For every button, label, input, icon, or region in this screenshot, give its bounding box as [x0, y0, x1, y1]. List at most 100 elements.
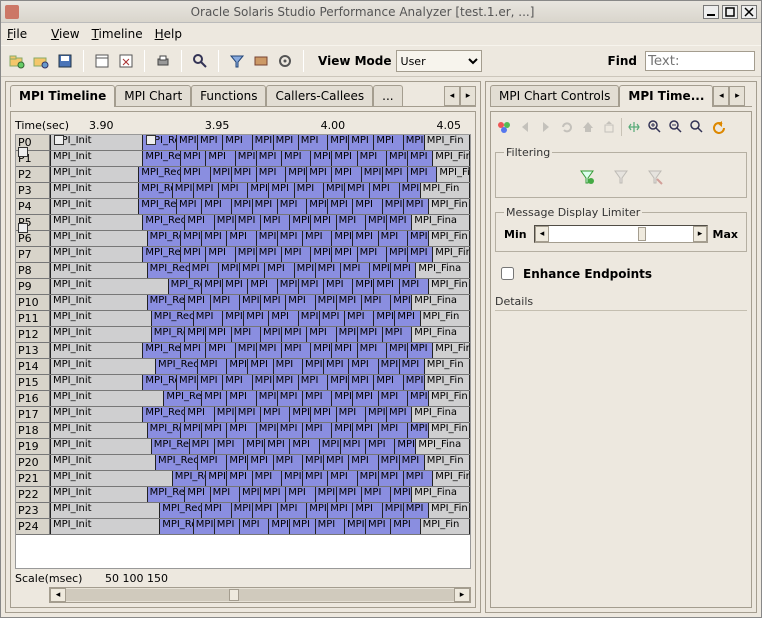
process-track[interactable]: MPI_InitMPI_ReMPIMPIMPIMPIMPIMPIMPIMPIMP… [50, 151, 470, 166]
menu-view[interactable]: View [51, 27, 79, 41]
slider-thumb[interactable] [638, 227, 646, 241]
tab-overflow[interactable]: ... [373, 85, 402, 106]
segment-mpi[interactable]: MPI [260, 327, 281, 342]
segment-mpi[interactable]: MPI [273, 375, 298, 390]
segment-mpi[interactable]: MPI [302, 391, 331, 406]
process-track[interactable]: MPI_InitMPI_ReMPIMPIMPIMPIMPIMPIMPIMPIMP… [50, 247, 470, 262]
segment-mpi[interactable]: MPI [205, 343, 234, 358]
process-track[interactable]: MPI_InitMPI_RecvMPIMPIMPIMPIMPIMPIMPIMPI… [50, 407, 470, 422]
view-mode-select[interactable]: User [396, 50, 482, 72]
segment-mpi[interactable]: MPI [390, 263, 415, 278]
segment-mpi[interactable]: MPI [340, 263, 369, 278]
process-track[interactable]: MPI_InitMPI_ReMPIMPIMPIMPIMPIMPIMPIMPIMP… [50, 423, 470, 438]
segment-mpi[interactable]: MPI [277, 391, 302, 406]
segment-mpi[interactable]: MPI [378, 471, 403, 486]
refresh-icon[interactable] [558, 118, 576, 136]
segment-final[interactable]: MPI_Fin [424, 455, 470, 470]
segment-recv[interactable]: MPI_Recv [159, 503, 201, 518]
segment-mpi[interactable]: MPI [285, 487, 314, 502]
segment-mpi[interactable]: MPI [197, 455, 226, 470]
segment-mpi[interactable]: MPI [281, 471, 302, 486]
slider-right-button[interactable]: ▸ [693, 226, 707, 242]
segment-mpi[interactable]: MPI [319, 439, 340, 454]
segment-final[interactable]: MPI_Fin [424, 375, 470, 390]
segment-mpi[interactable]: MPI [226, 359, 247, 374]
segment-mpi[interactable]: MPI [306, 327, 335, 342]
segment-mpi[interactable]: MPI [327, 375, 348, 390]
segment-final[interactable]: MPI_Fin [428, 279, 470, 294]
segment-mpi[interactable]: MPI [352, 423, 377, 438]
segment-mpi[interactable]: MPI [205, 151, 234, 166]
tab-scroll-right[interactable]: ▸ [460, 86, 476, 106]
tab-scroll-left[interactable]: ◂ [713, 86, 729, 106]
slider-left-button[interactable]: ◂ [535, 226, 549, 242]
segment-mpi[interactable]: MPI [386, 247, 407, 262]
segment-mpi[interactable]: MPI [231, 199, 252, 214]
segment-mpi[interactable]: MPI [289, 439, 318, 454]
segment-final[interactable]: MPI_Fin [432, 471, 470, 486]
process-track[interactable]: MPI_InitMPI_ReMPIMPIMPIMPIMPIMPIMPIMPIMP… [50, 327, 470, 342]
filter-add-icon[interactable] [579, 169, 595, 185]
segment-mpi[interactable]: MPI [231, 167, 256, 182]
segment-mpi[interactable]: MPI [281, 343, 310, 358]
process-track[interactable]: MPI_InitMPI_RecvMPIMPIMPIMPIMPIMPIMPIMPI… [50, 215, 470, 230]
segment-mpi[interactable]: MPI [256, 247, 281, 262]
segment-mpi[interactable]: MPI [252, 135, 273, 150]
segment-final[interactable]: MPI_Fina [415, 263, 470, 278]
segment-init[interactable]: MPI_Init [50, 167, 138, 182]
process-track[interactable]: MPI_InitMPI_RecvMPIMPIMPIMPIMPIMPIMPIMPI… [50, 359, 470, 374]
segment-final[interactable]: MPI_Fina [411, 215, 470, 230]
segment-mpi[interactable]: MPI [323, 455, 348, 470]
process-track[interactable]: MPI_InitMPI_ReMPIMPIMPIMPIMPIMPIMPIMPIMP… [50, 295, 470, 310]
segment-mpi[interactable]: MPI [176, 135, 197, 150]
segment-mpi[interactable]: MPI [256, 343, 281, 358]
segment-mpi[interactable]: MPI [239, 487, 260, 502]
segment-mpi[interactable]: MPI [184, 487, 209, 502]
segment-mpi[interactable]: MPI [231, 503, 252, 518]
tab-scroll-left[interactable]: ◂ [444, 86, 460, 106]
segment-mpi[interactable]: MPI [319, 311, 344, 326]
segment-mpi[interactable]: MPI [373, 375, 402, 390]
segment-mpi[interactable]: MPI [197, 135, 222, 150]
segment-mpi[interactable]: MPI [298, 375, 327, 390]
segment-init[interactable]: MPI_Init [50, 439, 151, 454]
segment-mpi[interactable]: MPI [365, 407, 386, 422]
segment-mpi[interactable]: MPI [403, 375, 424, 390]
segment-mpi[interactable]: MPI [201, 391, 226, 406]
process-track[interactable]: MPI_InitMPI_ReMPIMPIMPIMPIMPIMPIMPIMPIMP… [50, 375, 470, 390]
segment-mpi[interactable]: MPI [239, 295, 260, 310]
show-hide-icon[interactable] [251, 51, 271, 71]
segment-mpi[interactable]: MPI [310, 343, 331, 358]
segment-mpi[interactable]: MPI [247, 279, 276, 294]
segment-mpi[interactable]: MPI [189, 263, 218, 278]
segment-mpi[interactable]: MPI [197, 359, 226, 374]
segment-mpi[interactable]: MPI [382, 199, 403, 214]
tab-mpi-chart-controls[interactable]: MPI Chart Controls [490, 85, 619, 106]
process-track[interactable]: MPI_InitMPI_ReMPIMPIMPIMPIMPIMPIMPIMPIMP… [50, 279, 470, 294]
segment-recv[interactable]: MPI_Re [147, 295, 185, 310]
segment-mpi[interactable]: MPI [294, 263, 315, 278]
segment-recv[interactable]: MPI_Recv [151, 311, 193, 326]
segment-mpi[interactable]: MPI [268, 311, 297, 326]
segment-init[interactable]: MPI_Init [50, 391, 163, 406]
process-track[interactable]: MPI_InitMPI_RecvMPIMPIMPIMPIMPIMPIMPIMPI… [50, 311, 470, 326]
segment-mpi[interactable]: MPI [226, 471, 251, 486]
segment-mpi[interactable]: MPI [201, 423, 226, 438]
segment-recv[interactable]: MPI_Re [147, 423, 181, 438]
segment-mpi[interactable]: MPI [235, 343, 256, 358]
segment-mpi[interactable]: MPI [214, 519, 239, 534]
segment-final[interactable]: MPI_Fin [420, 183, 470, 198]
segment-mpi[interactable]: MPI [302, 423, 331, 438]
segment-recv[interactable]: MPI_Re [151, 439, 189, 454]
filter-clear-icon[interactable] [647, 169, 663, 185]
segment-mpi[interactable]: MPI [373, 135, 402, 150]
segment-mpi[interactable]: MPI [252, 471, 281, 486]
segment-mpi[interactable]: MPI [331, 151, 356, 166]
segment-mpi[interactable]: MPI [193, 519, 214, 534]
segment-mpi[interactable]: MPI [382, 167, 407, 182]
segment-mpi[interactable]: MPI [256, 167, 285, 182]
segment-mpi[interactable]: MPI [310, 151, 331, 166]
segment-mpi[interactable]: MPI [357, 247, 386, 262]
segment-init[interactable]: MPI_Init [50, 279, 168, 294]
segment-mpi[interactable]: MPI [210, 487, 239, 502]
